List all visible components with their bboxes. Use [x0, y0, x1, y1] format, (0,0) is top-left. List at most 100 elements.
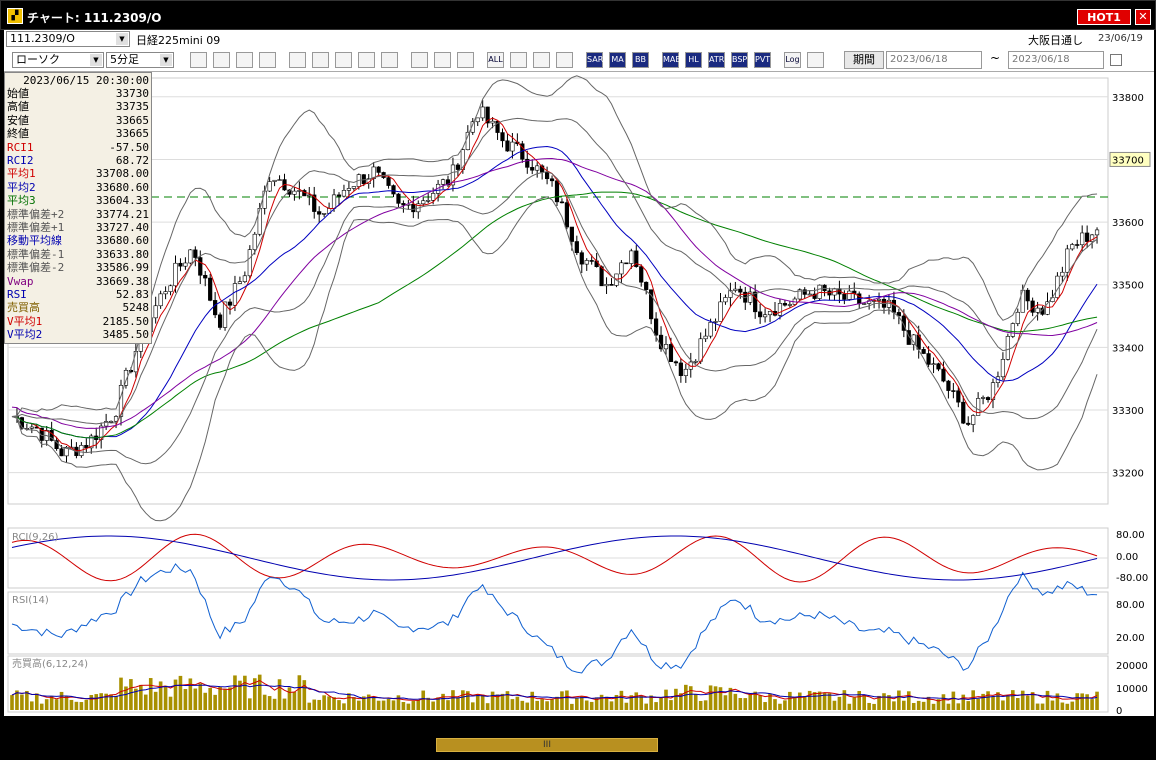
- toolbar-ma-button[interactable]: MA: [609, 52, 626, 68]
- volume-bar: [54, 699, 59, 710]
- toolbar-line-button[interactable]: [358, 52, 375, 68]
- toolbar-cursor-button[interactable]: [381, 52, 398, 68]
- toolbar-bar-chart-button[interactable]: [289, 52, 306, 68]
- info-key: V平均1: [7, 314, 43, 328]
- toolbar-left-panel-button[interactable]: [434, 52, 451, 68]
- candle-body: [777, 303, 783, 316]
- toolbar-bb-button[interactable]: BB: [632, 52, 649, 68]
- volume-bar: [129, 679, 133, 710]
- rci-tick-label: 80.00: [1116, 530, 1145, 541]
- toolbar-all-button[interactable]: ALL: [487, 52, 504, 68]
- info-row: 平均2 33680.60: [7, 181, 149, 194]
- info-key: 標準偏差+2: [7, 207, 65, 221]
- info-row: 平均1 33708.00: [7, 167, 149, 180]
- range-checkbox[interactable]: [1110, 54, 1122, 66]
- hot-button[interactable]: HOT1: [1077, 9, 1131, 25]
- toolbar-pen-button[interactable]: [533, 52, 550, 68]
- volume-bar: [317, 699, 321, 710]
- volume-bar: [347, 693, 351, 710]
- volume-bar: [802, 695, 807, 710]
- candle-body: [946, 380, 951, 391]
- volume-bar: [916, 700, 921, 710]
- range-separator: ~: [990, 51, 1001, 65]
- volume-bar: [223, 688, 227, 710]
- candle-body: [564, 202, 570, 228]
- toolbar-crosshair-button[interactable]: [236, 52, 253, 68]
- price-tick-label: 33200: [1112, 469, 1144, 480]
- toolbar-arrow-button[interactable]: [411, 52, 428, 68]
- info-value: 33604.33: [96, 194, 149, 208]
- close-icon[interactable]: ✕: [1135, 9, 1151, 25]
- chevron-down-icon[interactable]: ▼: [160, 54, 172, 66]
- period-range-button[interactable]: 期間: [844, 51, 884, 69]
- toolbar-bsp-button[interactable]: BSP: [731, 52, 748, 68]
- candle-body: [29, 426, 34, 429]
- period-select[interactable]: 5分足 ▼: [106, 52, 174, 68]
- candle-body: [411, 203, 416, 213]
- volume-bar: [485, 703, 490, 710]
- price-tick-label: 33400: [1112, 343, 1144, 354]
- toolbar-hl-button[interactable]: HL: [685, 52, 702, 68]
- volume-bar: [966, 701, 971, 710]
- candle-body: [331, 194, 337, 209]
- volume-bar: [248, 698, 252, 710]
- volume-bar: [178, 675, 183, 710]
- volume-bar: [837, 696, 842, 710]
- from-date-field[interactable]: 2023/06/18: [886, 51, 982, 69]
- volume-bar: [153, 691, 158, 710]
- toolbar-compare-button[interactable]: [312, 52, 329, 68]
- volume-bar: [163, 685, 168, 710]
- to-date-field[interactable]: 2023/06/18: [1008, 51, 1104, 69]
- scrollbar-thumb[interactable]: III: [436, 738, 658, 752]
- info-key: RCI1: [7, 140, 34, 154]
- chevron-down-icon[interactable]: ▼: [116, 33, 128, 45]
- volume-panel-label: 売買高(6,12,24): [12, 657, 88, 670]
- time-tick-label: 14: [214, 718, 228, 731]
- info-row: 始値 33730: [7, 87, 149, 100]
- info-value: 33708.00: [96, 167, 149, 181]
- chart-canvas[interactable]: 3380033700336003350033400333003320033700…: [4, 72, 1154, 716]
- volume-bar: [421, 690, 426, 710]
- period-value: 5分足: [110, 53, 139, 66]
- volume-bar: [659, 697, 663, 710]
- toolbar-sar-button[interactable]: SAR: [586, 52, 603, 68]
- window-title: チャート: 111.2309/O: [27, 11, 162, 25]
- symbol-select[interactable]: 111.2309/O ▼: [6, 31, 130, 47]
- volume-bar: [188, 678, 193, 710]
- chevron-down-icon[interactable]: ▼: [90, 54, 102, 66]
- info-value: 33586.99: [96, 261, 149, 275]
- toolbar-color-button[interactable]: [556, 52, 573, 68]
- toolbar-tool-button[interactable]: [510, 52, 527, 68]
- toolbar-mae-button[interactable]: MAE: [662, 52, 680, 68]
- volume-bar: [327, 696, 331, 710]
- chart-type-select[interactable]: ローソク ▼: [12, 52, 104, 68]
- info-datetime: 2023/06/15 20:30:00: [23, 74, 149, 87]
- toolbar-right-panel-button[interactable]: [457, 52, 474, 68]
- volume-bar: [783, 700, 787, 710]
- volume-bar: [332, 697, 336, 710]
- toolbar-pvt-button[interactable]: PVT: [754, 52, 771, 68]
- info-row: RCI1 -57.50: [7, 141, 149, 154]
- volume-bar: [902, 700, 906, 710]
- volume-bar: [198, 683, 203, 710]
- toolbar-info-button[interactable]: [335, 52, 352, 68]
- toolbar-copy-button[interactable]: [807, 52, 824, 68]
- candle-body: [668, 344, 674, 362]
- volume-bar: [758, 695, 762, 710]
- candle-body: [817, 284, 822, 299]
- toolbar-zoom-button[interactable]: [259, 52, 276, 68]
- candle-body: [1094, 229, 1100, 236]
- time-scrollbar[interactable]: III: [4, 738, 1154, 760]
- candle-body: [1085, 232, 1090, 242]
- toolbar-zoom-in-button[interactable]: [190, 52, 207, 68]
- info-key: 始値: [7, 87, 29, 100]
- volume-bar: [1025, 695, 1030, 710]
- toolbar-grid-button[interactable]: [213, 52, 230, 68]
- volume-bar: [352, 697, 356, 710]
- candle-body: [386, 177, 391, 186]
- volume-bar: [480, 694, 485, 710]
- info-key: 高値: [7, 100, 29, 114]
- volume-bar: [99, 693, 103, 710]
- toolbar-atr-button[interactable]: ATR: [708, 52, 725, 68]
- toolbar-log-button[interactable]: Log: [784, 52, 801, 68]
